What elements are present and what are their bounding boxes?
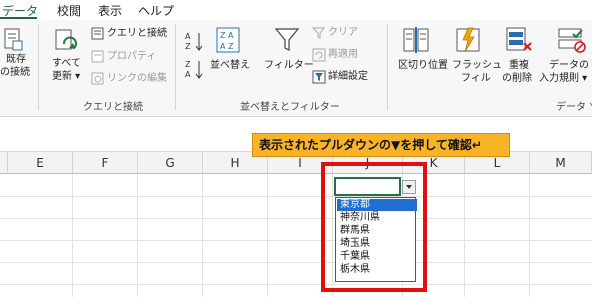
grid-line [137, 174, 138, 297]
separator [38, 24, 39, 110]
chevron-down-icon [406, 185, 412, 189]
refresh-all-label-1: すべて [52, 58, 81, 69]
data-validation-label-2: 入力規則 ▾ [539, 73, 588, 84]
dropdown-list[interactable]: 東京都 神奈川県 群馬県 埼玉県 千葉県 栃木県 [335, 197, 417, 282]
advanced-filter-label: 詳細設定 [328, 71, 368, 82]
sort-descending-icon[interactable]: Z A [185, 58, 205, 80]
column-header-E[interactable]: E [8, 152, 73, 174]
svg-text:Z: Z [185, 42, 191, 51]
queries-connections-label: クエリと接続 [107, 28, 167, 39]
flash-fill-icon [456, 27, 480, 53]
edit-links-icon [91, 72, 104, 85]
text-to-columns-icon [403, 27, 429, 53]
dropdown-option[interactable]: 群馬県 [337, 225, 417, 237]
column-header-M[interactable]: M [530, 152, 592, 174]
separator [387, 24, 388, 110]
queries-icon [91, 27, 104, 40]
properties-label: プロパティ [107, 51, 157, 62]
flash-fill-label-1: フラッシュ [452, 60, 502, 71]
group-label-queries: クエリと接続 [83, 102, 143, 113]
reapply-icon [312, 48, 326, 62]
svg-text:Z A: Z A [220, 31, 234, 40]
column-header-G[interactable]: G [138, 152, 203, 174]
clear-filter-label: クリア [328, 27, 358, 38]
instruction-callout: 表示されたプルダウンの▼を押して確認↵ [252, 133, 510, 157]
tab-view[interactable]: 表示 [98, 2, 122, 19]
clear-filter-icon [312, 27, 326, 39]
grid-line [0, 284, 592, 285]
selected-cell[interactable] [334, 177, 401, 196]
grid-line [0, 218, 592, 219]
grid-line [202, 174, 203, 297]
dropdown-option[interactable]: 千葉県 [337, 251, 417, 263]
svg-text:A: A [185, 32, 191, 41]
edit-links-label: リンクの編集 [107, 73, 167, 84]
group-label-data-tools: データ ツ [556, 102, 592, 113]
text-to-columns-label: 区切り位置 [398, 60, 448, 71]
svg-text:A Z: A Z [220, 42, 234, 51]
sort-icon: Z A A Z [216, 27, 240, 53]
dropdown-option[interactable]: 東京都 [337, 199, 417, 211]
column-header-left-edge [0, 152, 8, 174]
advanced-filter-icon [312, 70, 326, 84]
data-validation-label-1: データの [549, 60, 589, 71]
refresh-icon [55, 29, 77, 50]
filter-icon [274, 28, 300, 51]
separator [175, 24, 176, 110]
remove-duplicates-label-2: の削除 [502, 73, 532, 84]
svg-text:A: A [185, 70, 191, 79]
column-header-F[interactable]: F [73, 152, 138, 174]
ribbon: 既存 の接続 すべて 更新 ▾ クエリと接続 プロパティ リンクの編集 クエリと… [0, 20, 592, 117]
dropdown-option[interactable]: 埼玉県 [337, 238, 417, 250]
existing-connection-icon [4, 28, 23, 51]
tab-review[interactable]: 校閲 [57, 2, 81, 19]
grid-line [464, 174, 465, 297]
data-validation-icon [558, 28, 586, 53]
remove-duplicates-icon [506, 27, 532, 51]
grid-line [267, 174, 268, 297]
svg-text:Z: Z [185, 60, 191, 69]
sort-label: 並べ替え [210, 60, 250, 71]
properties-icon [91, 50, 104, 63]
grid-line [529, 174, 530, 297]
tab-help[interactable]: ヘルプ [138, 2, 174, 19]
existing-connection-label-2: の接続 [0, 67, 30, 78]
sort-ascending-icon[interactable]: A Z [185, 30, 205, 52]
grid-line [72, 174, 73, 297]
remove-duplicates-label-1: 重複 [509, 60, 529, 71]
grid-line [0, 240, 592, 241]
active-tab-indicator [0, 17, 37, 19]
dropdown-option[interactable]: 神奈川県 [337, 212, 417, 224]
group-label-sort-filter: 並べ替えとフィルター [240, 102, 340, 113]
existing-connection-label-1: 既存 [6, 54, 26, 65]
reapply-label: 再適用 [328, 49, 358, 60]
dropdown-button[interactable] [402, 180, 416, 194]
grid-line [0, 262, 592, 263]
refresh-all-label-2: 更新 ▾ [52, 71, 81, 82]
filter-label: フィルター [264, 60, 314, 71]
dropdown-option[interactable]: 栃木県 [337, 264, 417, 276]
grid-line [0, 196, 592, 197]
flash-fill-label-2: フィル [461, 73, 491, 84]
